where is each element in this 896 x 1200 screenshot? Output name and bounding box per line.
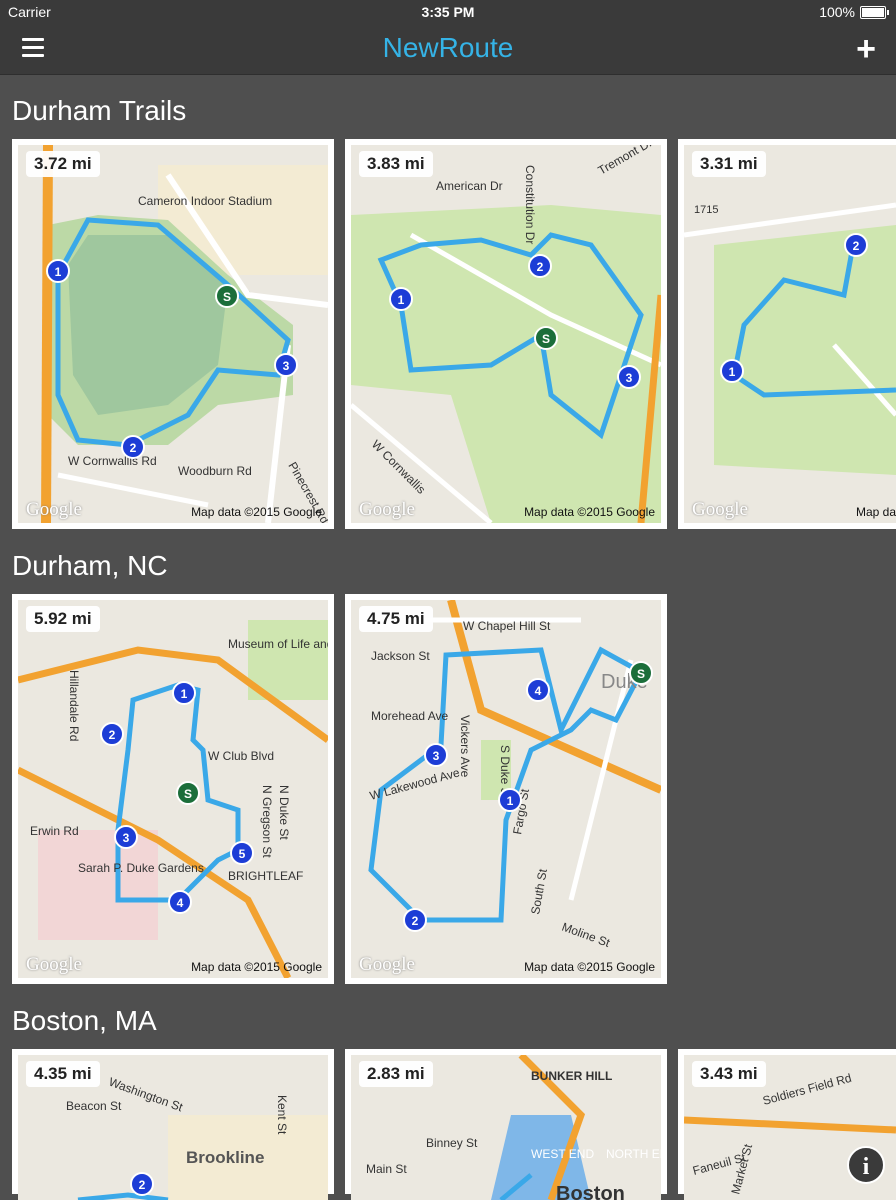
google-logo: Google — [692, 499, 748, 520]
route-distance: 3.31 mi — [692, 151, 766, 177]
route-distance: 3.43 mi — [692, 1061, 766, 1087]
svg-text:3: 3 — [433, 749, 440, 763]
battery-status: 100% — [819, 0, 889, 24]
svg-text:3: 3 — [283, 359, 290, 373]
route-distance: 3.72 mi — [26, 151, 100, 177]
route-distance: 2.83 mi — [359, 1061, 433, 1087]
svg-text:1: 1 — [507, 794, 514, 808]
map-label: Binney St — [426, 1136, 478, 1150]
status-bar: Carrier 3:35 PM 100% — [0, 0, 896, 24]
google-logo: Google — [359, 954, 415, 975]
map-label: BRIGHTLEAF — [228, 869, 303, 883]
route-distance: 4.35 mi — [26, 1061, 100, 1087]
map-label: Constitution Dr — [523, 165, 537, 244]
map-label: Vickers Ave — [458, 715, 472, 778]
route-map: American Dr Constitution Dr Tremont Dr W… — [351, 145, 661, 523]
map-label: Boston — [556, 1183, 625, 1200]
map-label: Morehead Ave — [371, 709, 448, 723]
app-title: NewRoute — [382, 32, 514, 63]
route-map: Museum of Life and Science W Club Blvd E… — [18, 600, 328, 978]
route-card[interactable]: 1715 1 2 3.31 mi Google Map da — [678, 139, 896, 529]
google-logo: Google — [26, 954, 82, 975]
status-time: 3:35 PM — [421, 4, 475, 20]
map-label: Jackson St — [371, 649, 430, 663]
route-card[interactable]: Museum of Life and Science W Club Blvd E… — [12, 594, 334, 984]
svg-text:S: S — [542, 332, 550, 346]
map-label: W Cornwallis Rd — [68, 454, 157, 468]
map-label: Sarah P. Duke Gardens — [78, 861, 204, 875]
google-logo: Google — [359, 499, 415, 520]
svg-text:2: 2 — [537, 260, 544, 274]
svg-text:S: S — [223, 290, 231, 304]
route-map: W Chapel Hill St Jackson St Morehead Ave… — [351, 600, 661, 978]
map-attribution: Map data ©2015 Google — [524, 960, 655, 974]
svg-text:5: 5 — [239, 847, 246, 861]
route-distance: 4.75 mi — [359, 606, 433, 632]
svg-text:2: 2 — [853, 239, 860, 253]
add-route-button[interactable]: + — [856, 32, 876, 66]
map-label: Cameron Indoor Stadium — [138, 194, 272, 208]
svg-text:3: 3 — [123, 831, 130, 845]
map-label: Brookline — [186, 1148, 264, 1167]
route-distance: 3.83 mi — [359, 151, 433, 177]
route-card[interactable]: BUNKER HILL Binney St WEST END NORTH END… — [345, 1049, 667, 1200]
map-label: W Chapel Hill St — [463, 619, 551, 633]
map-label: Beacon St — [66, 1099, 122, 1113]
battery-icon — [860, 5, 889, 19]
google-logo: Google — [26, 499, 82, 520]
map-attribution: Map da — [855, 505, 896, 519]
svg-text:2: 2 — [130, 441, 137, 455]
route-map: 1715 1 2 — [684, 145, 896, 523]
map-label: W Club Blvd — [208, 749, 274, 763]
map-label: 1715 — [694, 204, 718, 216]
svg-text:2: 2 — [412, 914, 419, 928]
battery-percent: 100% — [819, 4, 855, 20]
map-label: NORTH END — [606, 1147, 661, 1161]
map-attribution: Map data ©2015 Google — [191, 960, 322, 974]
svg-text:2: 2 — [139, 1178, 146, 1192]
map-label: Erwin Rd — [30, 824, 79, 838]
map-label: Kent St — [275, 1095, 289, 1135]
map-label: N Duke St — [277, 785, 291, 840]
svg-text:2: 2 — [109, 728, 116, 742]
nav-bar: NewRoute + — [0, 24, 896, 75]
svg-text:S: S — [184, 787, 192, 801]
map-label: Main St — [366, 1162, 407, 1176]
route-distance: 5.92 mi — [26, 606, 100, 632]
section-title-boston-ma: Boston, MA — [12, 1005, 157, 1036]
svg-text:4: 4 — [535, 684, 542, 698]
svg-text:1: 1 — [398, 293, 405, 307]
map-label: Woodburn Rd — [178, 464, 252, 478]
route-card[interactable]: Washington St Beacon St Brookline Kent S… — [12, 1049, 334, 1200]
route-card[interactable]: American Dr Constitution Dr Tremont Dr W… — [345, 139, 667, 529]
route-map: Cameron Indoor Stadium Woodburn Rd W Cor… — [18, 145, 328, 523]
route-card[interactable]: W Chapel Hill St Jackson St Morehead Ave… — [345, 594, 667, 984]
svg-text:4: 4 — [177, 896, 184, 910]
map-label: American Dr — [436, 179, 503, 193]
section-title-durham-nc: Durham, NC — [12, 550, 168, 581]
svg-text:1: 1 — [55, 265, 62, 279]
section-title-durham-trails: Durham Trails — [12, 95, 187, 126]
svg-text:3: 3 — [626, 371, 633, 385]
map-attribution: Map data ©2015 Google — [524, 505, 655, 519]
info-icon[interactable]: i — [847, 1146, 885, 1184]
map-label: N Gregson St — [260, 785, 274, 858]
map-attribution: Map data ©2015 Google — [191, 505, 322, 519]
map-label: Museum of Life and Science — [228, 637, 328, 651]
svg-text:S: S — [637, 667, 645, 681]
svg-text:1: 1 — [729, 365, 736, 379]
map-label: Hillandale Rd — [67, 670, 81, 741]
svg-text:1: 1 — [181, 687, 188, 701]
map-label: BUNKER HILL — [531, 1069, 612, 1083]
route-card[interactable]: Cameron Indoor Stadium Woodburn Rd W Cor… — [12, 139, 334, 529]
map-label: WEST END — [531, 1147, 594, 1161]
